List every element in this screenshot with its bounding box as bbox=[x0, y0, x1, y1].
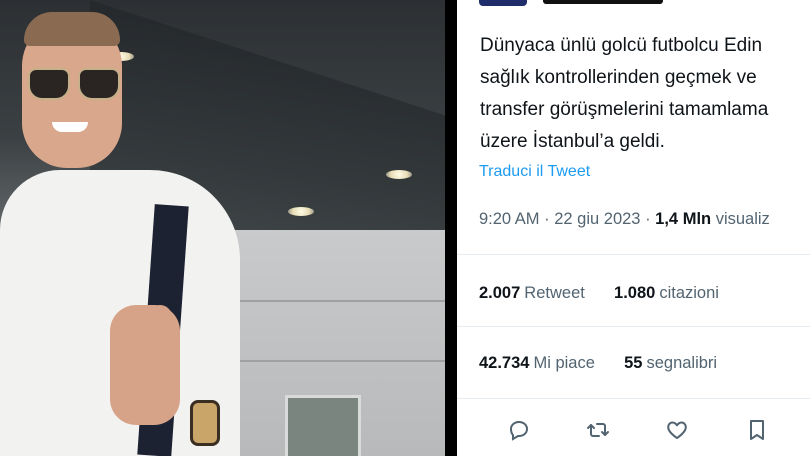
bookmarks-label: segnalibri bbox=[646, 354, 718, 372]
tweet-text: Dünyaca ünlü golcü futbolcu Edin sağlık k… bbox=[480, 30, 810, 158]
sunglasses bbox=[26, 68, 120, 100]
ceiling-light bbox=[386, 170, 412, 179]
tweet-line: sağlık kontrollerinden geçmek ve bbox=[480, 67, 757, 88]
door bbox=[285, 395, 361, 456]
wristwatch bbox=[190, 400, 220, 446]
bookmark-icon[interactable] bbox=[743, 416, 771, 444]
likes-label: Mi piace bbox=[533, 354, 595, 372]
stats-row-1: 2.007 Retweet 1.080 citazioni bbox=[479, 284, 719, 303]
views-label: visualiz bbox=[715, 210, 770, 228]
bookmarks-stat[interactable]: 55 segnalibri bbox=[624, 354, 717, 372]
thumbs-up bbox=[148, 305, 172, 363]
likes-count: 42.734 bbox=[479, 354, 530, 372]
tweet-meta: 9:20 AM · 22 giu 2023 · 1,4 Mln visualiz bbox=[479, 210, 770, 229]
divider bbox=[457, 326, 810, 327]
like-icon[interactable] bbox=[663, 416, 691, 444]
person bbox=[0, 0, 260, 456]
quotes-count: 1.080 bbox=[614, 284, 656, 302]
panel-divider bbox=[445, 0, 457, 456]
retweet-icon[interactable] bbox=[584, 416, 612, 444]
tweet-actions bbox=[457, 410, 810, 450]
translate-tweet-link[interactable]: Traduci il Tweet bbox=[479, 163, 590, 181]
account-avatar[interactable] bbox=[479, 0, 527, 6]
lens-left bbox=[28, 68, 70, 100]
likes-stat[interactable]: 42.734 Mi piace bbox=[479, 354, 595, 372]
tweet-card: Dünyaca ünlü golcü futbolcu Edin sağlık k… bbox=[457, 0, 810, 456]
account-name[interactable] bbox=[543, 0, 663, 4]
retweets-stat[interactable]: 2.007 Retweet bbox=[479, 284, 585, 302]
tweet-line: Dünyaca ünlü golcü futbolcu Edin bbox=[480, 35, 763, 56]
quotes-stat[interactable]: 1.080 citazioni bbox=[614, 284, 719, 302]
tweet-date[interactable]: 22 giu 2023 bbox=[554, 210, 640, 228]
retweets-label: Retweet bbox=[524, 284, 585, 302]
lens-right bbox=[78, 68, 120, 100]
bookmarks-count: 55 bbox=[624, 354, 643, 372]
stats-row-2: 42.734 Mi piace 55 segnalibri bbox=[479, 354, 717, 373]
smile bbox=[52, 122, 88, 132]
tweet-line: üzere İstanbul’a geldi. bbox=[480, 131, 665, 152]
divider bbox=[457, 254, 810, 255]
views-count: 1,4 Mln bbox=[655, 210, 712, 228]
hair bbox=[24, 12, 120, 46]
meta-separator: · bbox=[544, 210, 550, 228]
retweets-count: 2.007 bbox=[479, 284, 521, 302]
meta-separator: · bbox=[645, 210, 651, 228]
reply-icon[interactable] bbox=[505, 416, 533, 444]
ceiling-light bbox=[288, 207, 314, 216]
tweet-line: transfer görüşmelerini tamamlama bbox=[480, 99, 769, 120]
divider bbox=[457, 398, 810, 399]
quotes-label: citazioni bbox=[659, 284, 719, 302]
tweet-time[interactable]: 9:20 AM bbox=[479, 210, 540, 228]
player-photo bbox=[0, 0, 445, 456]
